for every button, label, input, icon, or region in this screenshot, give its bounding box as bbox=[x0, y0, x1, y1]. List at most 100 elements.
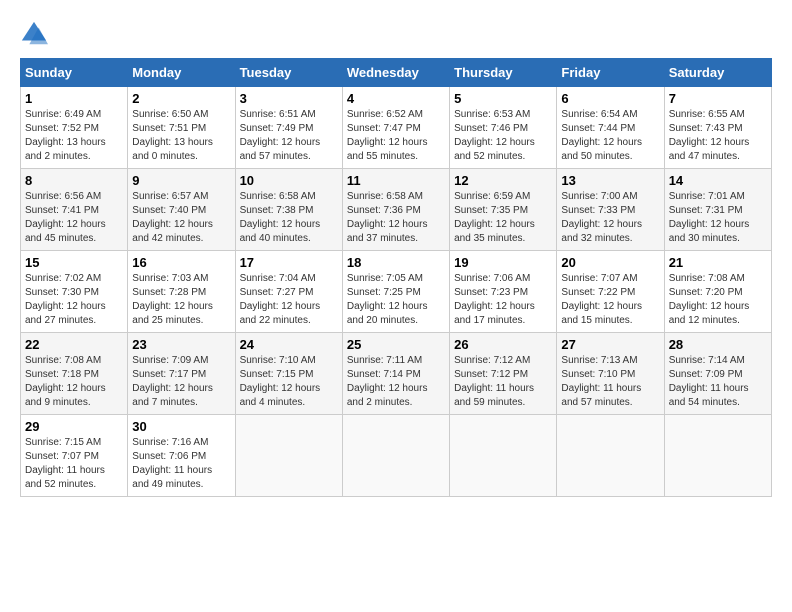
day-info: Sunrise: 7:03 AMSunset: 7:28 PMDaylight:… bbox=[132, 272, 230, 328]
calendar-cell: 20 Sunrise: 7:07 AMSunset: 7:22 PMDayligh… bbox=[557, 251, 664, 333]
calendar-cell: 8 Sunrise: 6:56 AMSunset: 7:41 PMDaylight… bbox=[21, 169, 128, 251]
calendar-week-row: 22 Sunrise: 7:08 AMSunset: 7:18 PMDayligh… bbox=[21, 333, 772, 415]
calendar-cell bbox=[342, 415, 449, 497]
day-number: 18 bbox=[347, 255, 445, 270]
calendar-cell: 19 Sunrise: 7:06 AMSunset: 7:23 PMDayligh… bbox=[450, 251, 557, 333]
day-info: Sunrise: 6:59 AMSunset: 7:35 PMDaylight:… bbox=[454, 190, 552, 246]
day-info: Sunrise: 6:58 AMSunset: 7:38 PMDaylight:… bbox=[240, 190, 338, 246]
day-info: Sunrise: 6:51 AMSunset: 7:49 PMDaylight:… bbox=[240, 108, 338, 164]
calendar-cell: 26 Sunrise: 7:12 AMSunset: 7:12 PMDayligh… bbox=[450, 333, 557, 415]
calendar-cell: 14 Sunrise: 7:01 AMSunset: 7:31 PMDayligh… bbox=[664, 169, 771, 251]
day-number: 12 bbox=[454, 173, 552, 188]
day-number: 11 bbox=[347, 173, 445, 188]
calendar-cell: 1Sunrise: 6:49 AMSunset: 7:52 PMDaylight… bbox=[21, 87, 128, 169]
day-number: 13 bbox=[561, 173, 659, 188]
day-info: Sunrise: 6:56 AMSunset: 7:41 PMDaylight:… bbox=[25, 190, 123, 246]
calendar-table: SundayMondayTuesdayWednesdayThursdayFrid… bbox=[20, 58, 772, 497]
day-info: Sunrise: 7:15 AMSunset: 7:07 PMDaylight:… bbox=[25, 436, 123, 492]
day-info: Sunrise: 6:54 AMSunset: 7:44 PMDaylight:… bbox=[561, 108, 659, 164]
day-info: Sunrise: 6:49 AMSunset: 7:52 PMDaylight:… bbox=[25, 108, 123, 164]
day-number: 17 bbox=[240, 255, 338, 270]
day-info: Sunrise: 6:55 AMSunset: 7:43 PMDaylight:… bbox=[669, 108, 767, 164]
day-number: 22 bbox=[25, 337, 123, 352]
calendar-week-row: 15 Sunrise: 7:02 AMSunset: 7:30 PMDayligh… bbox=[21, 251, 772, 333]
day-number: 9 bbox=[132, 173, 230, 188]
day-number: 19 bbox=[454, 255, 552, 270]
day-number: 14 bbox=[669, 173, 767, 188]
column-header-sunday: Sunday bbox=[21, 59, 128, 87]
calendar-cell: 13 Sunrise: 7:00 AMSunset: 7:33 PMDayligh… bbox=[557, 169, 664, 251]
day-number: 2 bbox=[132, 91, 230, 106]
calendar-cell: 18 Sunrise: 7:05 AMSunset: 7:25 PMDayligh… bbox=[342, 251, 449, 333]
day-number: 24 bbox=[240, 337, 338, 352]
day-number: 8 bbox=[25, 173, 123, 188]
column-header-tuesday: Tuesday bbox=[235, 59, 342, 87]
calendar-cell: 21 Sunrise: 7:08 AMSunset: 7:20 PMDayligh… bbox=[664, 251, 771, 333]
calendar-cell: 5 Sunrise: 6:53 AMSunset: 7:46 PMDaylight… bbox=[450, 87, 557, 169]
calendar-cell: 17Sunrise: 7:04 AMSunset: 7:27 PMDayligh… bbox=[235, 251, 342, 333]
calendar-cell: 10Sunrise: 6:58 AMSunset: 7:38 PMDayligh… bbox=[235, 169, 342, 251]
calendar-cell bbox=[557, 415, 664, 497]
day-number: 21 bbox=[669, 255, 767, 270]
day-info: Sunrise: 7:00 AMSunset: 7:33 PMDaylight:… bbox=[561, 190, 659, 246]
calendar-cell: 28Sunrise: 7:14 AMSunset: 7:09 PMDayligh… bbox=[664, 333, 771, 415]
calendar-header-row: SundayMondayTuesdayWednesdayThursdayFrid… bbox=[21, 59, 772, 87]
calendar-cell: 6 Sunrise: 6:54 AMSunset: 7:44 PMDaylight… bbox=[557, 87, 664, 169]
column-header-monday: Monday bbox=[128, 59, 235, 87]
calendar-cell: 2 Sunrise: 6:50 AMSunset: 7:51 PMDaylight… bbox=[128, 87, 235, 169]
day-info: Sunrise: 6:57 AMSunset: 7:40 PMDaylight:… bbox=[132, 190, 230, 246]
calendar-cell bbox=[450, 415, 557, 497]
day-info: Sunrise: 7:09 AMSunset: 7:17 PMDaylight:… bbox=[132, 354, 230, 410]
day-info: Sunrise: 7:02 AMSunset: 7:30 PMDaylight:… bbox=[25, 272, 123, 328]
day-info: Sunrise: 7:05 AMSunset: 7:25 PMDaylight:… bbox=[347, 272, 445, 328]
day-number: 15 bbox=[25, 255, 123, 270]
day-info: Sunrise: 7:01 AMSunset: 7:31 PMDaylight:… bbox=[669, 190, 767, 246]
calendar-cell: 15 Sunrise: 7:02 AMSunset: 7:30 PMDayligh… bbox=[21, 251, 128, 333]
day-number: 3 bbox=[240, 91, 338, 106]
day-info: Sunrise: 7:06 AMSunset: 7:23 PMDaylight:… bbox=[454, 272, 552, 328]
day-number: 28 bbox=[669, 337, 767, 352]
day-number: 26 bbox=[454, 337, 552, 352]
day-info: Sunrise: 7:12 AMSunset: 7:12 PMDaylight:… bbox=[454, 354, 552, 410]
day-number: 29 bbox=[25, 419, 123, 434]
calendar-cell: 7 Sunrise: 6:55 AMSunset: 7:43 PMDaylight… bbox=[664, 87, 771, 169]
calendar-cell: 27 Sunrise: 7:13 AMSunset: 7:10 PMDayligh… bbox=[557, 333, 664, 415]
day-number: 7 bbox=[669, 91, 767, 106]
logo-icon bbox=[20, 20, 48, 48]
calendar-cell: 9 Sunrise: 6:57 AMSunset: 7:40 PMDaylight… bbox=[128, 169, 235, 251]
calendar-cell: 30Sunrise: 7:16 AMSunset: 7:06 PMDayligh… bbox=[128, 415, 235, 497]
day-info: Sunrise: 6:50 AMSunset: 7:51 PMDaylight:… bbox=[132, 108, 230, 164]
calendar-cell: 16 Sunrise: 7:03 AMSunset: 7:28 PMDayligh… bbox=[128, 251, 235, 333]
day-info: Sunrise: 7:11 AMSunset: 7:14 PMDaylight:… bbox=[347, 354, 445, 410]
calendar-week-row: 29 Sunrise: 7:15 AMSunset: 7:07 PMDayligh… bbox=[21, 415, 772, 497]
day-info: Sunrise: 7:08 AMSunset: 7:20 PMDaylight:… bbox=[669, 272, 767, 328]
calendar-cell: 4 Sunrise: 6:52 AMSunset: 7:47 PMDaylight… bbox=[342, 87, 449, 169]
day-info: Sunrise: 7:07 AMSunset: 7:22 PMDaylight:… bbox=[561, 272, 659, 328]
day-info: Sunrise: 6:58 AMSunset: 7:36 PMDaylight:… bbox=[347, 190, 445, 246]
day-number: 25 bbox=[347, 337, 445, 352]
day-number: 4 bbox=[347, 91, 445, 106]
calendar-cell: 23 Sunrise: 7:09 AMSunset: 7:17 PMDayligh… bbox=[128, 333, 235, 415]
column-header-wednesday: Wednesday bbox=[342, 59, 449, 87]
day-number: 20 bbox=[561, 255, 659, 270]
day-number: 23 bbox=[132, 337, 230, 352]
day-number: 6 bbox=[561, 91, 659, 106]
day-info: Sunrise: 7:13 AMSunset: 7:10 PMDaylight:… bbox=[561, 354, 659, 410]
day-info: Sunrise: 6:53 AMSunset: 7:46 PMDaylight:… bbox=[454, 108, 552, 164]
logo bbox=[20, 20, 52, 48]
column-header-friday: Friday bbox=[557, 59, 664, 87]
day-info: Sunrise: 6:52 AMSunset: 7:47 PMDaylight:… bbox=[347, 108, 445, 164]
calendar-week-row: 1Sunrise: 6:49 AMSunset: 7:52 PMDaylight… bbox=[21, 87, 772, 169]
day-number: 27 bbox=[561, 337, 659, 352]
day-info: Sunrise: 7:08 AMSunset: 7:18 PMDaylight:… bbox=[25, 354, 123, 410]
column-header-saturday: Saturday bbox=[664, 59, 771, 87]
calendar-cell bbox=[664, 415, 771, 497]
day-info: Sunrise: 7:10 AMSunset: 7:15 PMDaylight:… bbox=[240, 354, 338, 410]
calendar-cell: 11 Sunrise: 6:58 AMSunset: 7:36 PMDayligh… bbox=[342, 169, 449, 251]
calendar-cell: 12 Sunrise: 6:59 AMSunset: 7:35 PMDayligh… bbox=[450, 169, 557, 251]
calendar-cell: 24 Sunrise: 7:10 AMSunset: 7:15 PMDayligh… bbox=[235, 333, 342, 415]
day-number: 5 bbox=[454, 91, 552, 106]
calendar-cell: 29 Sunrise: 7:15 AMSunset: 7:07 PMDayligh… bbox=[21, 415, 128, 497]
day-number: 30 bbox=[132, 419, 230, 434]
day-number: 16 bbox=[132, 255, 230, 270]
